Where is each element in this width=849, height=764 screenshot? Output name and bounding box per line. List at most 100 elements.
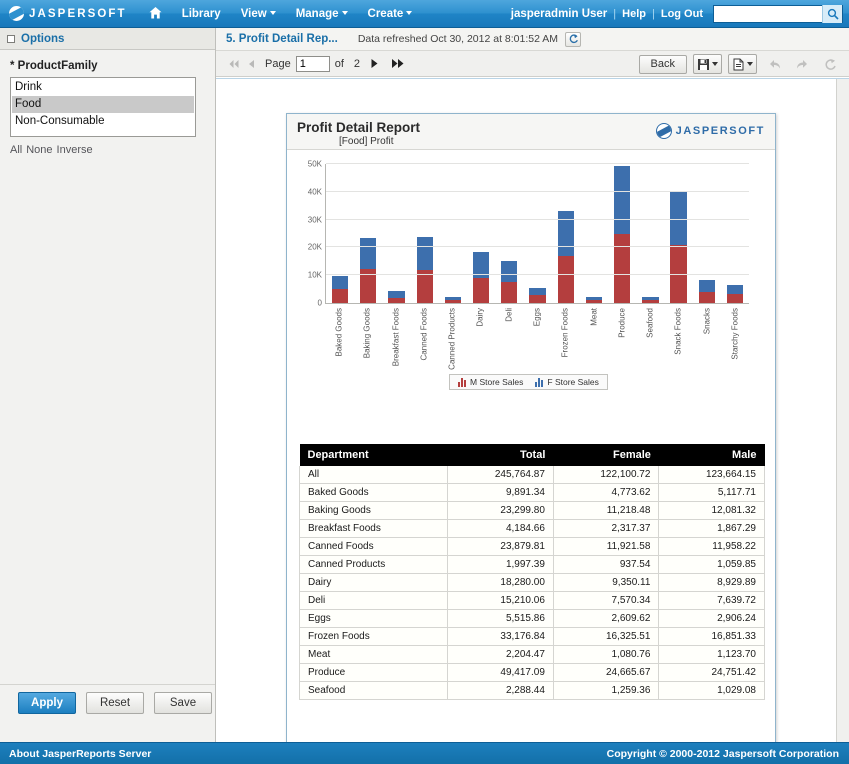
x-axis-tick-label: Snacks: [702, 308, 711, 334]
select-all-link[interactable]: All: [10, 144, 22, 156]
data-refreshed-label: Data refreshed Oct 30, 2012 at 8:01:52 A…: [358, 33, 558, 45]
divider: |: [613, 8, 616, 20]
chart-bar[interactable]: [326, 164, 354, 303]
search-input[interactable]: [714, 6, 822, 22]
chart-bar[interactable]: [467, 164, 495, 303]
table-row[interactable]: All245,764.87122,100.72123,664.15: [300, 466, 765, 484]
nav-item-library[interactable]: Library: [182, 8, 221, 20]
x-axis-tick-label: Baked Goods: [335, 308, 344, 356]
productfamily-listbox[interactable]: Drink Food Non-Consumable: [10, 77, 196, 137]
chart-bar[interactable]: [382, 164, 410, 303]
report-page: Profit Detail Report [Food] Profit JASPE…: [286, 113, 776, 747]
chevron-down-icon: [747, 62, 753, 66]
x-axis-tick-label: Snack Foods: [674, 308, 683, 355]
page-number-input[interactable]: [296, 56, 330, 72]
table-row[interactable]: Deli15,210.067,570.347,639.72: [300, 592, 765, 610]
of-label: of: [335, 58, 344, 70]
options-button-bar: Apply Reset Save: [0, 684, 215, 720]
legend-item-f-store-sales[interactable]: F Store Sales: [535, 377, 599, 387]
nav-item-create[interactable]: Create: [368, 8, 413, 20]
select-inverse-link[interactable]: Inverse: [57, 144, 93, 156]
chart-bar[interactable]: [523, 164, 551, 303]
report-name[interactable]: 5. Profit Detail Rep...: [226, 33, 338, 45]
apply-button[interactable]: Apply: [18, 692, 76, 714]
chart-bar[interactable]: [721, 164, 749, 303]
cell-male: 1,123.70: [659, 646, 765, 664]
chart-bar[interactable]: [664, 164, 692, 303]
save-report-button[interactable]: [693, 54, 722, 74]
list-item[interactable]: Non-Consumable: [12, 113, 194, 130]
save-button[interactable]: Save: [154, 692, 212, 714]
nav-item-view[interactable]: View: [241, 8, 276, 20]
export-report-button[interactable]: [728, 54, 757, 74]
last-page-icon[interactable]: [389, 55, 407, 73]
cell-female: 937.54: [553, 556, 659, 574]
chart-bar[interactable]: [411, 164, 439, 303]
first-page-icon[interactable]: [224, 55, 242, 73]
table-row[interactable]: Baking Goods23,299.8011,218.4812,081.32: [300, 502, 765, 520]
table-row[interactable]: Seafood2,288.441,259.361,029.08: [300, 682, 765, 700]
profit-stacked-bar-chart: 010K20K30K40K50K Baked GoodsBaking Goods…: [297, 156, 767, 436]
table-row[interactable]: Eggs5,515.862,609.622,906.24: [300, 610, 765, 628]
x-axis-tick-label: Starchy Foods: [730, 308, 739, 360]
select-none-link[interactable]: None: [26, 144, 52, 156]
table-row[interactable]: Dairy18,280.009,350.118,929.89: [300, 574, 765, 592]
nav-item-manage[interactable]: Manage: [296, 8, 348, 20]
x-axis-tick-label: Produce: [617, 308, 626, 338]
chart-bar[interactable]: [608, 164, 636, 303]
back-button[interactable]: Back: [639, 55, 687, 74]
x-axis-label-slot: Baked Goods: [325, 306, 353, 386]
chart-bar-segment-female: [727, 285, 743, 294]
chart-bar[interactable]: [439, 164, 467, 303]
vertical-scrollbar[interactable]: [836, 79, 849, 742]
x-axis-tick-label: Eggs: [532, 308, 541, 326]
cell-male: 1,059.85: [659, 556, 765, 574]
legend-item-m-store-sales[interactable]: M Store Sales: [458, 377, 523, 387]
chart-plot-area: 010K20K30K40K50K: [325, 164, 749, 304]
chart-bar[interactable]: [354, 164, 382, 303]
chart-bar[interactable]: [580, 164, 608, 303]
chart-bar[interactable]: [552, 164, 580, 303]
list-item[interactable]: Drink: [12, 79, 194, 96]
next-page-icon[interactable]: [365, 55, 383, 73]
options-panel-header[interactable]: Options: [0, 28, 215, 50]
table-row[interactable]: Canned Products1,997.39937.541,059.85: [300, 556, 765, 574]
home-icon[interactable]: [149, 7, 162, 21]
options-panel-body: * ProductFamily Drink Food Non-Consumabl…: [0, 50, 215, 156]
chart-bar[interactable]: [495, 164, 523, 303]
chart-bar[interactable]: [693, 164, 721, 303]
help-link[interactable]: Help: [622, 8, 646, 20]
reset-button[interactable]: Reset: [86, 692, 144, 714]
jaspersoft-logo-icon: [9, 6, 24, 21]
chevron-down-icon: [270, 11, 276, 15]
logout-link[interactable]: Log Out: [661, 8, 703, 20]
cell-female: 16,325.51: [553, 628, 659, 646]
report-area: 5. Profit Detail Rep... Data refreshed O…: [216, 28, 849, 742]
refresh-icon[interactable]: [565, 32, 581, 47]
table-row[interactable]: Canned Foods23,879.8111,921.5811,958.22: [300, 538, 765, 556]
undo-icon[interactable]: [763, 54, 785, 74]
table-row[interactable]: Breakfast Foods4,184.662,317.371,867.29: [300, 520, 765, 538]
cell-female: 122,100.72: [553, 466, 659, 484]
cell-total: 5,515.86: [448, 610, 554, 628]
search-icon[interactable]: [822, 5, 842, 23]
table-row[interactable]: Baked Goods9,891.344,773.625,117.71: [300, 484, 765, 502]
collapse-toggle-icon[interactable]: [7, 35, 15, 43]
previous-page-icon[interactable]: [242, 55, 260, 73]
list-item[interactable]: Food: [12, 96, 194, 113]
redo-icon[interactable]: [791, 54, 813, 74]
chart-bar-segment-male: [473, 278, 489, 303]
table-row[interactable]: Frozen Foods33,176.8416,325.5116,851.33: [300, 628, 765, 646]
copyright-label: Copyright © 2000-2012 Jaspersoft Corpora…: [607, 748, 839, 760]
table-row[interactable]: Meat2,204.471,080.761,123.70: [300, 646, 765, 664]
jaspersoft-logo[interactable]: JASPERSOFT: [9, 6, 127, 21]
chart-bar[interactable]: [636, 164, 664, 303]
cell-total: 2,204.47: [448, 646, 554, 664]
about-link[interactable]: About JasperReports Server: [9, 748, 151, 760]
table-row[interactable]: Produce49,417.0924,665.6724,751.42: [300, 664, 765, 682]
cell-female: 24,665.67: [553, 664, 659, 682]
cell-male: 5,117.71: [659, 484, 765, 502]
options-panel-title: Options: [21, 33, 64, 45]
column-header-department: Department: [300, 444, 448, 466]
reset-view-icon[interactable]: [819, 54, 841, 74]
